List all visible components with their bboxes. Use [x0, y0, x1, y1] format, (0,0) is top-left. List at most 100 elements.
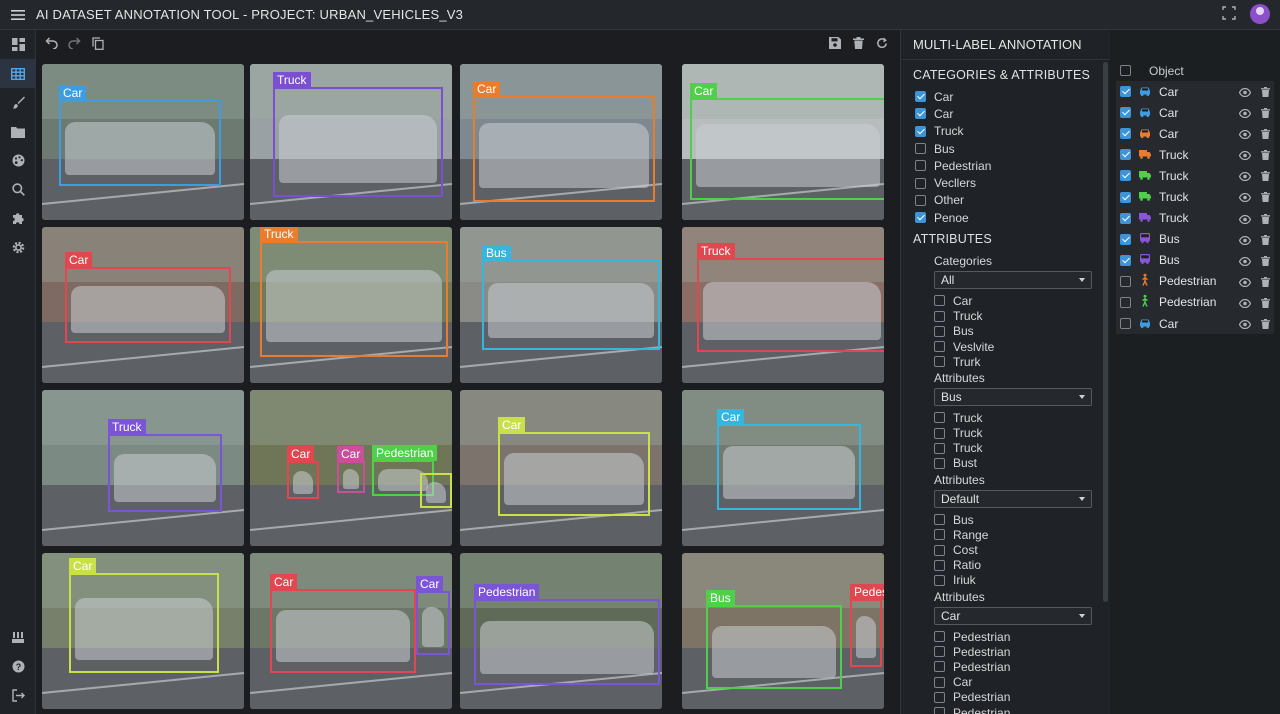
image-tile[interactable]: Car	[460, 64, 662, 220]
image-tile[interactable]: Truck	[250, 227, 452, 383]
attribute-option-checkbox[interactable]	[934, 442, 945, 454]
image-tile[interactable]: Car Car Pedestrian	[250, 390, 452, 546]
attribute-option-row[interactable]: Veslvite	[934, 339, 1110, 354]
object-row[interactable]: Pedestrian	[1116, 291, 1274, 314]
object-checkbox[interactable]	[1120, 128, 1131, 140]
category-row[interactable]: Car	[915, 105, 1110, 122]
attribute-select[interactable]: Car	[934, 607, 1092, 625]
object-checkbox[interactable]	[1120, 107, 1131, 119]
object-checkbox[interactable]	[1120, 86, 1131, 98]
bounding-box[interactable]: Car	[717, 409, 861, 510]
object-checkbox[interactable]	[1120, 233, 1131, 245]
help-icon[interactable]: ?	[0, 652, 36, 681]
attribute-option-row[interactable]: Pedestrian	[934, 659, 1110, 674]
attribute-option-checkbox[interactable]	[934, 457, 945, 469]
attribute-option-row[interactable]: Truck	[934, 410, 1110, 425]
object-row[interactable]: Pedestrian	[1116, 270, 1274, 292]
object-row[interactable]: Truck	[1116, 207, 1274, 229]
attribute-option-checkbox[interactable]	[934, 325, 945, 337]
image-tile[interactable]: Truck	[250, 64, 452, 220]
image-tile[interactable]: Car	[42, 553, 244, 709]
bounding-box[interactable]: Car	[270, 574, 416, 673]
image-tile[interactable]: Car	[682, 390, 884, 546]
image-tile[interactable]: Car Car	[250, 553, 452, 709]
attribute-select[interactable]: Bus	[934, 388, 1092, 407]
image-tile[interactable]: Car	[460, 390, 662, 546]
visibility-eye-icon[interactable]	[1238, 128, 1252, 142]
visibility-eye-icon[interactable]	[1238, 276, 1252, 290]
bounding-box[interactable]: Bus	[706, 590, 842, 689]
attribute-option-checkbox[interactable]	[934, 676, 945, 688]
attribute-option-row[interactable]: Pedestrian	[934, 705, 1110, 714]
image-tile[interactable]: Truck	[682, 227, 884, 383]
refresh-icon[interactable]	[876, 37, 888, 52]
image-tile[interactable]: Bus	[460, 227, 662, 383]
bounding-box[interactable]	[420, 473, 452, 508]
bounding-box[interactable]: Pedestrian	[474, 584, 660, 685]
attribute-option-row[interactable]: Pedestrian	[934, 644, 1110, 659]
plugin-icon[interactable]	[0, 204, 36, 233]
visibility-eye-icon[interactable]	[1238, 170, 1252, 184]
object-checkbox[interactable]	[1120, 212, 1131, 224]
attribute-option-checkbox[interactable]	[934, 427, 945, 439]
attribute-select[interactable]: Default	[934, 490, 1092, 509]
bounding-box[interactable]: Pedestrian	[850, 584, 884, 667]
bounding-box[interactable]: Truck	[108, 419, 222, 512]
attribute-option-checkbox[interactable]	[934, 544, 945, 556]
image-tile[interactable]: Pedestrian	[460, 553, 662, 709]
bounding-box[interactable]: Car	[59, 85, 221, 186]
attribute-option-row[interactable]: Cost	[934, 542, 1110, 557]
category-checkbox[interactable]	[915, 194, 926, 206]
attribute-option-row[interactable]: Bus	[934, 324, 1110, 339]
trash-icon[interactable]	[1261, 318, 1270, 332]
attribute-option-row[interactable]: Iriuk	[934, 573, 1110, 588]
delete-icon[interactable]	[853, 37, 864, 52]
attribute-option-row[interactable]: Car	[934, 293, 1110, 308]
bounding-box[interactable]: Car	[473, 81, 655, 202]
object-row[interactable]: Car	[1116, 313, 1274, 335]
attribute-option-row[interactable]: Car	[934, 675, 1110, 690]
bounding-box[interactable]: Car	[69, 558, 219, 673]
visibility-eye-icon[interactable]	[1238, 318, 1252, 332]
object-checkbox[interactable]	[1120, 275, 1131, 287]
visibility-eye-icon[interactable]	[1238, 297, 1252, 311]
grid-view-icon[interactable]	[0, 59, 36, 88]
bounding-box[interactable]: Bus	[482, 245, 660, 350]
select-all-checkbox[interactable]	[1120, 65, 1131, 76]
category-checkbox[interactable]	[915, 177, 926, 189]
attribute-option-checkbox[interactable]	[934, 646, 945, 658]
trash-icon[interactable]	[1261, 170, 1270, 184]
trash-icon[interactable]	[1261, 255, 1270, 269]
visibility-eye-icon[interactable]	[1238, 191, 1252, 205]
bounding-box[interactable]: Truck	[697, 243, 884, 352]
object-row[interactable]: Bus	[1116, 249, 1274, 271]
image-tile[interactable]: Car	[682, 64, 884, 220]
fullscreen-icon[interactable]	[1222, 5, 1236, 23]
attribute-option-row[interactable]: Bust	[934, 456, 1110, 471]
object-row[interactable]: Truck	[1116, 186, 1274, 208]
object-row[interactable]: Car	[1116, 123, 1274, 145]
undo-icon[interactable]	[44, 37, 58, 53]
attribute-option-checkbox[interactable]	[934, 412, 945, 424]
object-row[interactable]: Truck	[1116, 165, 1274, 187]
settings-gear-icon[interactable]	[0, 233, 36, 262]
attribute-option-checkbox[interactable]	[934, 529, 945, 541]
category-row[interactable]: Truck	[915, 123, 1110, 140]
trash-icon[interactable]	[1261, 276, 1270, 290]
visibility-eye-icon[interactable]	[1238, 213, 1252, 227]
attribute-option-row[interactable]: Range	[934, 527, 1110, 542]
dashboard-icon[interactable]	[0, 30, 36, 59]
visibility-eye-icon[interactable]	[1238, 149, 1252, 163]
attribute-option-row[interactable]: Truck	[934, 426, 1110, 441]
redo-icon[interactable]	[68, 37, 82, 53]
attribute-option-checkbox[interactable]	[934, 691, 945, 703]
trash-icon[interactable]	[1261, 107, 1270, 121]
object-checkbox[interactable]	[1120, 191, 1131, 203]
category-checkbox[interactable]	[915, 108, 926, 120]
attribute-option-checkbox[interactable]	[934, 631, 945, 643]
bounding-box[interactable]: Car	[498, 417, 650, 516]
bounding-box[interactable]: Car	[337, 446, 365, 493]
attribute-option-checkbox[interactable]	[934, 559, 945, 571]
bounding-box[interactable]: Car	[690, 83, 884, 200]
category-checkbox[interactable]	[915, 91, 926, 103]
